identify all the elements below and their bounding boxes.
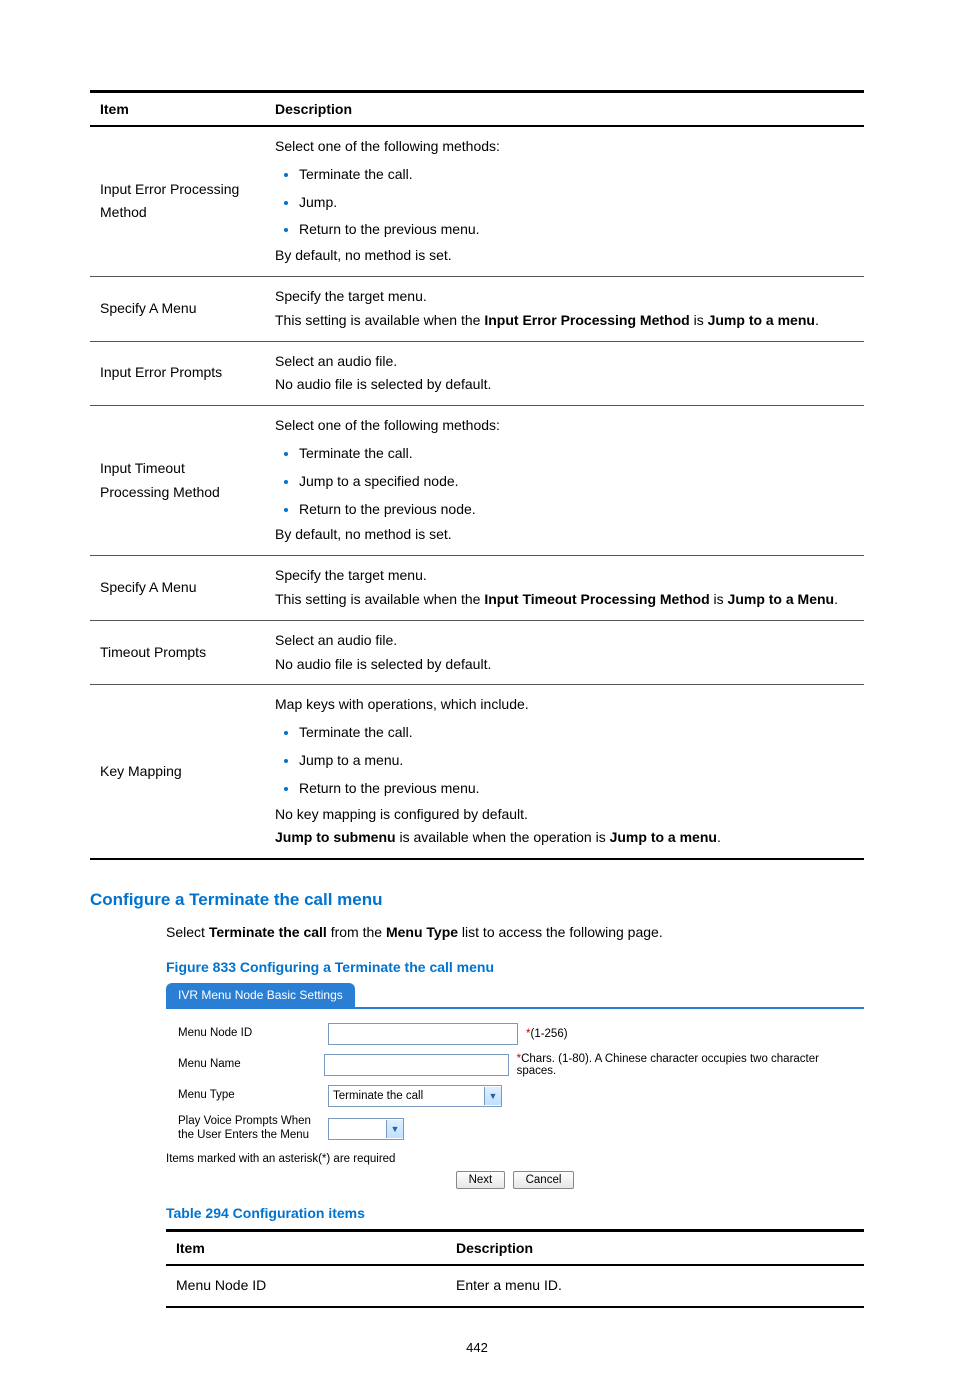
chevron-down-icon: ▼: [386, 1120, 403, 1138]
cell-item: Timeout Prompts: [90, 620, 265, 685]
cell-desc: Select one of the following methods: Ter…: [265, 126, 864, 276]
figure-caption: Figure 833 Configuring a Terminate the c…: [166, 959, 864, 975]
th-item: Item: [90, 92, 265, 127]
cell-item: Specify A Menu: [90, 556, 265, 621]
tab-basic-settings[interactable]: IVR Menu Node Basic Settings: [166, 983, 355, 1007]
table-row: Timeout Prompts Select an audio file. No…: [90, 620, 864, 685]
table-row: Input Error Prompts Select an audio file…: [90, 341, 864, 406]
config-items-table-1: Item Description Input Error Processing …: [90, 90, 864, 860]
cell-item: Input Timeout Processing Method: [90, 406, 265, 556]
table-row: Specify A Menu Specify the target menu. …: [90, 556, 864, 621]
cancel-button[interactable]: Cancel: [513, 1171, 575, 1189]
cell-desc: Enter a menu ID.: [446, 1265, 864, 1307]
th-item: Item: [166, 1230, 446, 1265]
hint-menu-name: *Chars. (1-80). A Chinese character occu…: [517, 1053, 852, 1077]
cell-desc: Specify the target menu. This setting is…: [265, 276, 864, 341]
th-description: Description: [265, 92, 864, 127]
table-row: Input Error Processing Method Select one…: [90, 126, 864, 276]
cell-desc: Select one of the following methods: Ter…: [265, 406, 864, 556]
select-menu-type[interactable]: Terminate the call ▼: [328, 1085, 502, 1107]
label-menu-node-id: Menu Node ID: [178, 1027, 328, 1041]
cell-item: Menu Node ID: [166, 1265, 446, 1307]
select-menu-type-value: Terminate the call: [333, 1090, 423, 1102]
form-area: Menu Node ID *(1-256) Menu Name *Chars. …: [166, 1009, 864, 1151]
input-menu-name[interactable]: [324, 1054, 509, 1076]
label-play-prompts: Play Voice Prompts When the User Enters …: [178, 1115, 328, 1143]
tab-strip: IVR Menu Node Basic Settings: [166, 983, 864, 1009]
button-row: Next Cancel: [166, 1171, 864, 1189]
cell-desc: Map keys with operations, which include.…: [265, 685, 864, 859]
select-play-prompts[interactable]: ▼: [328, 1118, 404, 1140]
table-caption: Table 294 Configuration items: [166, 1205, 864, 1221]
label-menu-type: Menu Type: [178, 1089, 328, 1103]
table-row: Specify A Menu Specify the target menu. …: [90, 276, 864, 341]
table-row: Key Mapping Map keys with operations, wh…: [90, 685, 864, 859]
chevron-down-icon: ▼: [484, 1087, 501, 1105]
input-menu-node-id[interactable]: [328, 1023, 518, 1045]
next-button[interactable]: Next: [456, 1171, 506, 1189]
cell-item: Key Mapping: [90, 685, 265, 859]
table-row: Menu Node ID Enter a menu ID.: [166, 1265, 864, 1307]
required-footnote: Items marked with an asterisk(*) are req…: [166, 1153, 864, 1165]
table-row: Input Timeout Processing Method Select o…: [90, 406, 864, 556]
section-heading: Configure a Terminate the call menu: [90, 890, 864, 910]
cell-desc: Specify the target menu. This setting is…: [265, 556, 864, 621]
body-text: Select Terminate the call from the Menu …: [166, 922, 864, 943]
hint-menu-node-id: *(1-256): [526, 1028, 568, 1040]
cell-desc: Select an audio file. No audio file is s…: [265, 620, 864, 685]
cell-desc: Select an audio file. No audio file is s…: [265, 341, 864, 406]
page-number: 442: [90, 1340, 864, 1355]
th-description: Description: [446, 1230, 864, 1265]
cell-item: Input Error Processing Method: [90, 126, 265, 276]
label-menu-name: Menu Name: [178, 1058, 324, 1072]
cell-item: Specify A Menu: [90, 276, 265, 341]
figure-ivr-settings: IVR Menu Node Basic Settings Menu Node I…: [166, 983, 864, 1189]
cell-item: Input Error Prompts: [90, 341, 265, 406]
